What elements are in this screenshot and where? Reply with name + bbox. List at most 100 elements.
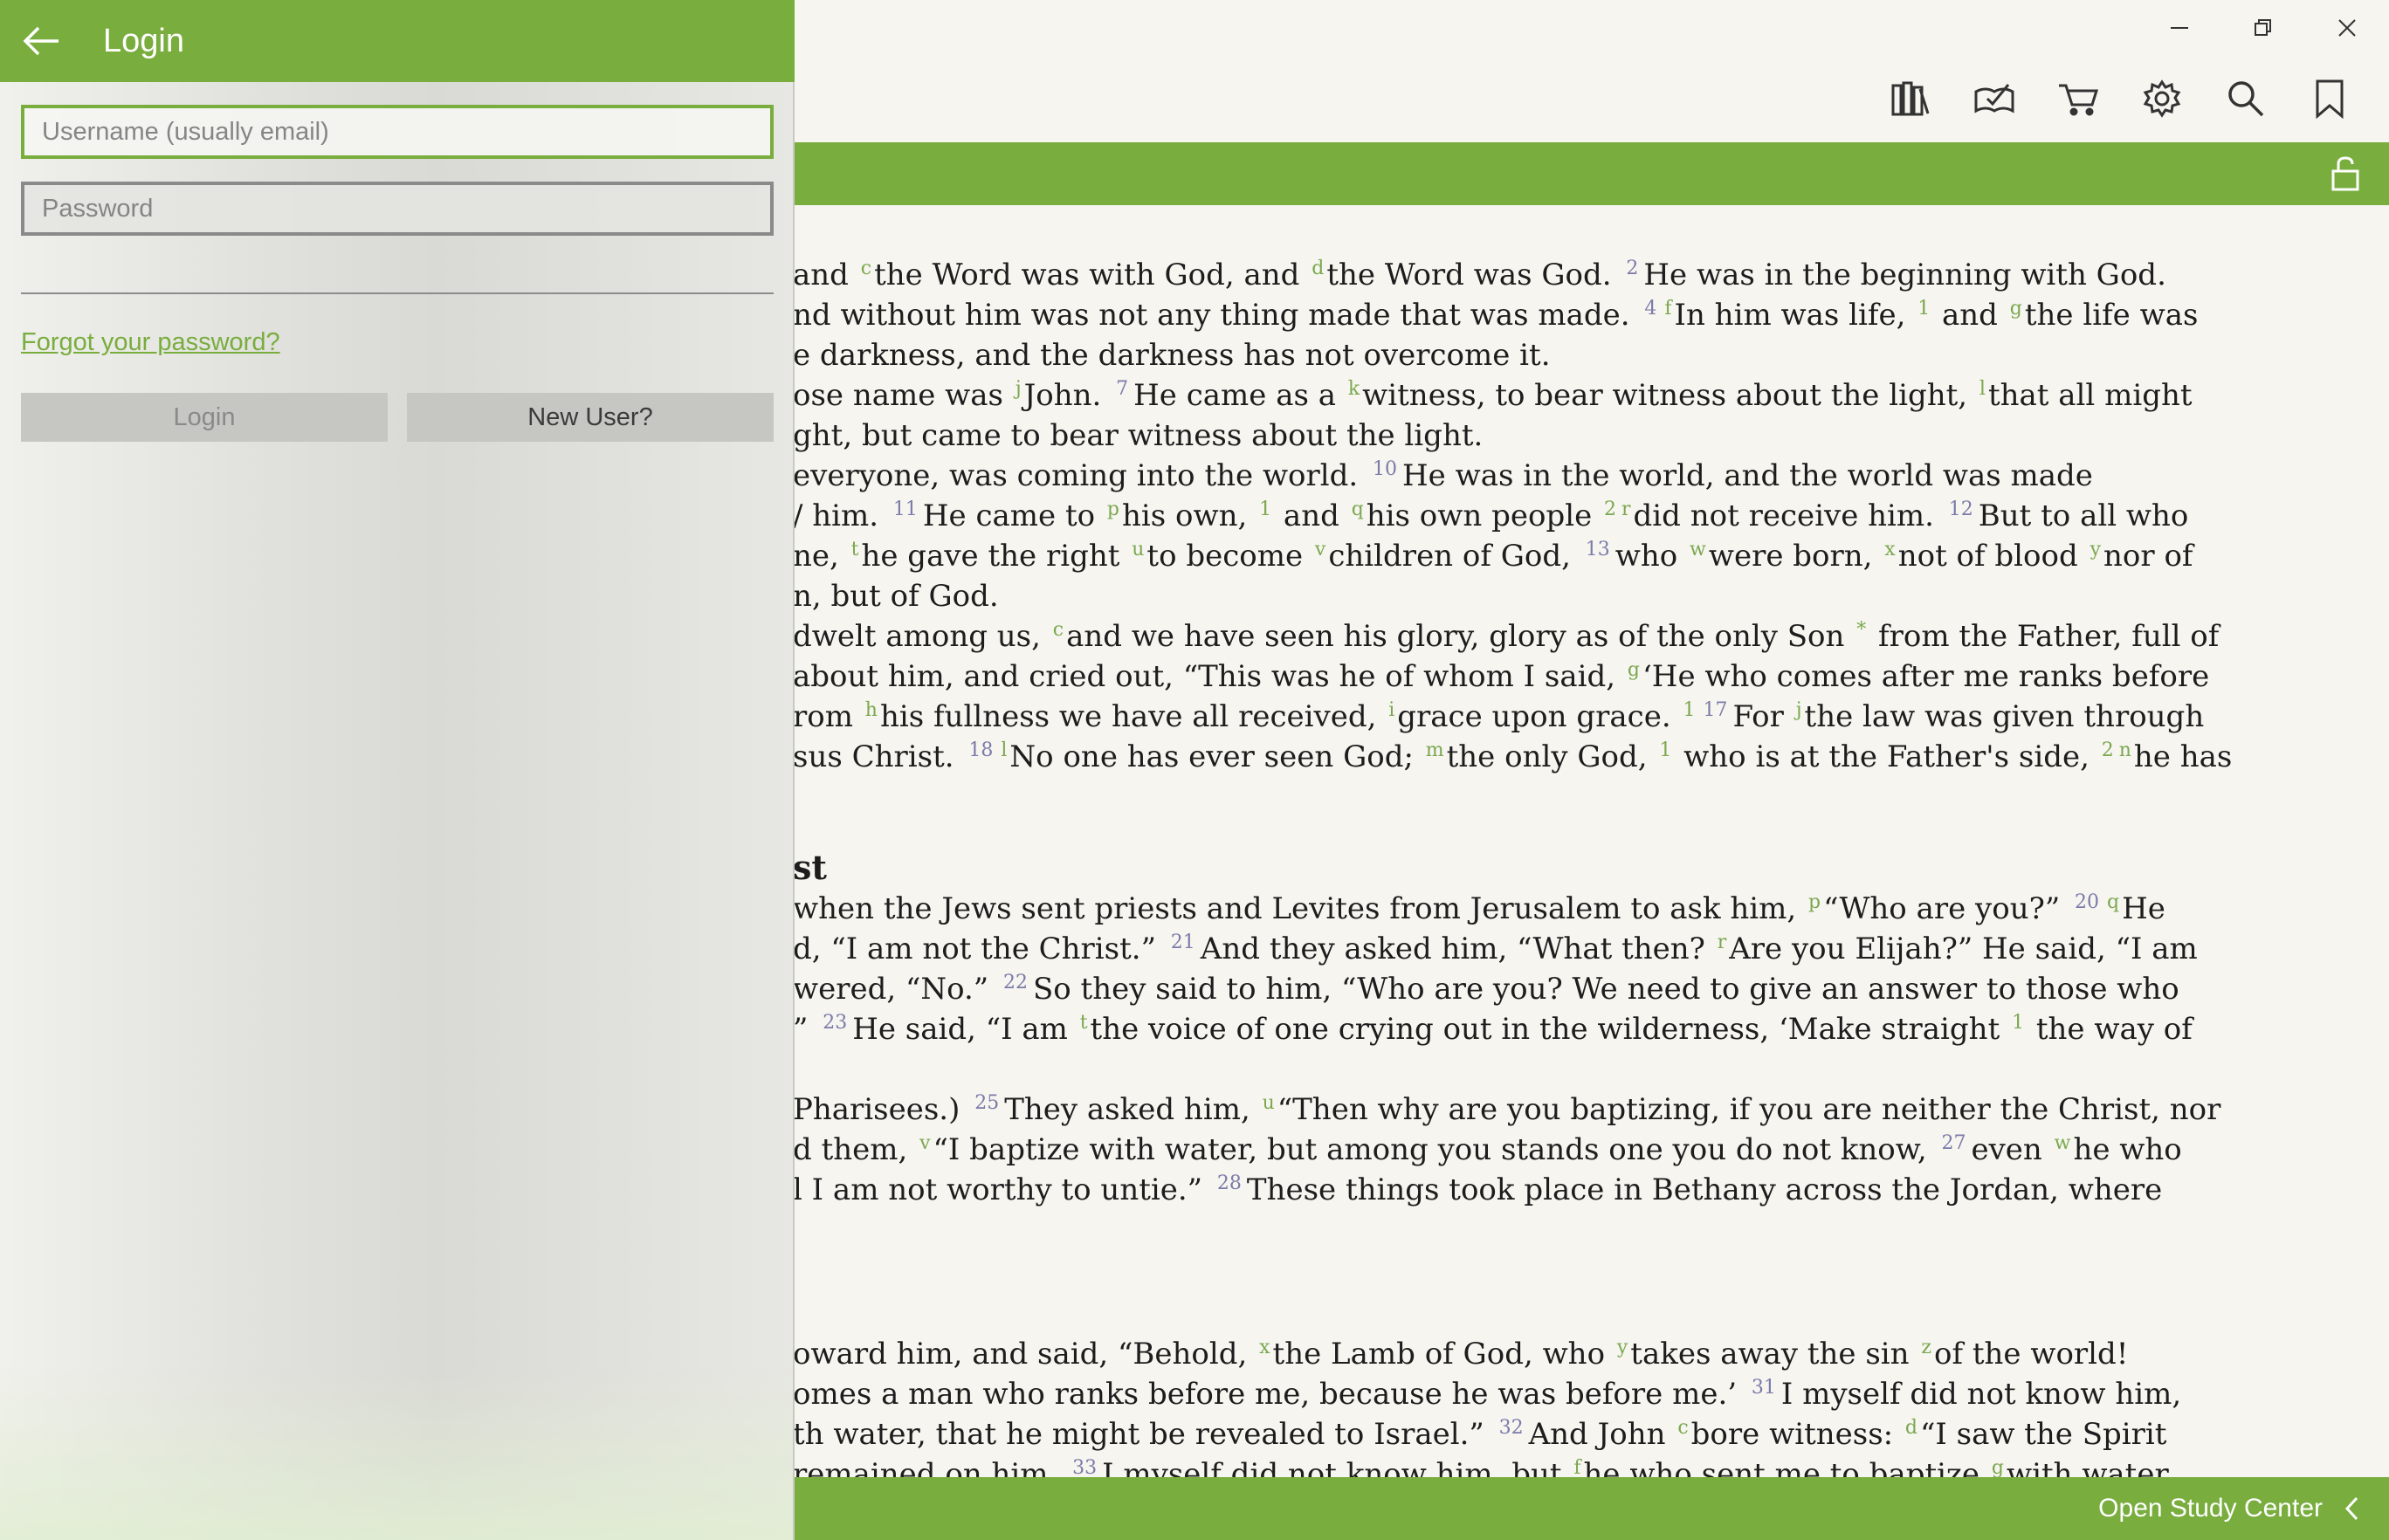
- forgot-password-link[interactable]: Forgot your password?: [21, 328, 280, 357]
- verse-text: / him.: [793, 498, 888, 533]
- cross-reference-marker[interactable]: l: [1001, 739, 1007, 761]
- verse-text: he who sent me to baptize: [1583, 1457, 1989, 1477]
- verse-number[interactable]: 32: [1499, 1417, 1524, 1439]
- verse-number[interactable]: 33: [1072, 1457, 1097, 1477]
- cross-reference-marker[interactable]: w: [2055, 1132, 2071, 1154]
- verse-text: the Word was God.: [1326, 258, 1621, 292]
- username-input[interactable]: [21, 105, 774, 159]
- verse-number[interactable]: 10: [1373, 458, 1397, 480]
- verse-number[interactable]: 7: [1116, 378, 1128, 400]
- open-study-center-button[interactable]: Open Study Center: [2098, 1494, 2359, 1523]
- cross-reference-marker[interactable]: 2: [1604, 498, 1616, 520]
- verse-text: everyone, was coming into the world.: [793, 458, 1368, 493]
- verse-number[interactable]: 25: [974, 1092, 999, 1114]
- cart-icon[interactable]: [2036, 68, 2120, 129]
- cross-reference-marker[interactable]: q: [2107, 891, 2119, 913]
- verse-number[interactable]: 23: [823, 1012, 847, 1034]
- login-button[interactable]: Login: [21, 393, 388, 442]
- cross-reference-marker[interactable]: w: [1690, 539, 1706, 560]
- library-icon[interactable]: [1869, 68, 1952, 129]
- cross-reference-marker[interactable]: v: [919, 1132, 930, 1154]
- verse-text: In him was life,: [1674, 298, 1916, 333]
- verse-text: dwelt among us,: [793, 619, 1050, 654]
- cross-reference-marker[interactable]: 1: [1683, 699, 1695, 721]
- cross-reference-marker[interactable]: g: [1628, 659, 1640, 681]
- new-user-button[interactable]: New User?: [407, 393, 774, 442]
- cross-reference-marker[interactable]: t: [1080, 1012, 1088, 1034]
- cross-reference-marker[interactable]: r: [1718, 932, 1727, 953]
- verse-text: the life was: [2024, 298, 2199, 333]
- verse-number[interactable]: 11: [893, 498, 918, 520]
- verse-number[interactable]: 17: [1703, 699, 1727, 721]
- cross-reference-marker[interactable]: p: [1808, 891, 1821, 913]
- cross-reference-marker[interactable]: f: [1664, 298, 1671, 320]
- cross-reference-marker[interactable]: f: [1573, 1457, 1580, 1477]
- cross-reference-marker[interactable]: l: [1979, 378, 1986, 400]
- search-icon[interactable]: [2204, 68, 2288, 129]
- verse-number[interactable]: 18: [968, 739, 993, 761]
- verse-number[interactable]: 27: [1941, 1132, 1966, 1154]
- cross-reference-marker[interactable]: r: [1621, 498, 1631, 520]
- verse-text: he has: [2133, 739, 2233, 774]
- cross-reference-marker[interactable]: 2: [2102, 739, 2114, 761]
- verse-number[interactable]: 2: [1626, 258, 1638, 279]
- verse-text: he who: [2073, 1132, 2182, 1167]
- passage-line: ” 23 He said, “I am tthe voice of one cry…: [793, 1012, 2193, 1047]
- verse-number[interactable]: 28: [1217, 1172, 1242, 1194]
- minimize-icon[interactable]: [2138, 0, 2221, 56]
- verse-text: the voice of one crying out in the wilde…: [1090, 1012, 2010, 1047]
- cross-reference-marker[interactable]: u: [1132, 539, 1144, 560]
- cross-reference-marker[interactable]: v: [1315, 539, 1325, 560]
- cross-reference-marker[interactable]: u: [1263, 1092, 1275, 1114]
- cross-reference-marker[interactable]: j: [1015, 378, 1022, 400]
- cross-reference-marker[interactable]: j: [1796, 699, 1802, 721]
- login-header: Login: [0, 0, 795, 82]
- cross-reference-marker[interactable]: 1: [2012, 1012, 2024, 1034]
- restore-icon[interactable]: [2221, 0, 2305, 56]
- cross-reference-marker[interactable]: x: [1259, 1337, 1270, 1358]
- verse-text: children of God,: [1328, 539, 1580, 574]
- cross-reference-marker[interactable]: 1: [1659, 739, 1671, 761]
- cross-reference-marker[interactable]: i: [1388, 699, 1394, 721]
- verse-number[interactable]: 20: [2075, 891, 2099, 913]
- cross-reference-marker[interactable]: 1: [1917, 298, 1930, 320]
- cross-reference-marker[interactable]: y: [1617, 1337, 1628, 1358]
- verse-text: He was in the beginning with God.: [1643, 258, 2166, 292]
- gear-icon[interactable]: [2120, 68, 2204, 129]
- cross-reference-marker[interactable]: y: [2090, 539, 2101, 560]
- cross-reference-marker[interactable]: n: [2119, 739, 2131, 761]
- passage-line: nd without him was not any thing made th…: [793, 298, 2198, 333]
- passage-line: ght, but came to bear witness about the …: [793, 418, 1483, 453]
- cross-reference-marker[interactable]: d: [1905, 1417, 1917, 1439]
- verse-number[interactable]: 31: [1752, 1377, 1776, 1399]
- bookmark-icon[interactable]: [2288, 68, 2372, 129]
- close-icon[interactable]: [2305, 0, 2389, 56]
- reading-plan-icon[interactable]: [1952, 68, 2036, 129]
- cross-reference-marker[interactable]: t: [851, 539, 859, 560]
- cross-reference-marker[interactable]: g: [1992, 1457, 2004, 1477]
- verse-number[interactable]: 22: [1003, 972, 1028, 993]
- cross-reference-marker[interactable]: d: [1312, 258, 1324, 279]
- cross-reference-marker[interactable]: c: [861, 258, 871, 279]
- lock-icon[interactable]: [2324, 153, 2366, 195]
- password-input[interactable]: [21, 182, 774, 236]
- passage-line: n, but of God.: [793, 579, 999, 614]
- cross-reference-marker[interactable]: c: [1677, 1417, 1688, 1439]
- cross-reference-marker[interactable]: m: [1426, 739, 1444, 761]
- cross-reference-marker[interactable]: h: [865, 699, 878, 721]
- verse-number[interactable]: 13: [1586, 539, 1610, 560]
- cross-reference-marker[interactable]: *: [1856, 619, 1866, 641]
- back-arrow-icon[interactable]: [0, 0, 82, 82]
- cross-reference-marker[interactable]: k: [1348, 378, 1360, 400]
- cross-reference-marker[interactable]: x: [1884, 539, 1895, 560]
- cross-reference-marker[interactable]: 1: [1259, 498, 1271, 520]
- passage-line: th water, that he might be revealed to I…: [793, 1417, 2166, 1452]
- cross-reference-marker[interactable]: q: [1352, 498, 1364, 520]
- verse-number[interactable]: 12: [1949, 498, 1973, 520]
- cross-reference-marker[interactable]: p: [1107, 498, 1119, 520]
- cross-reference-marker[interactable]: g: [2010, 298, 2022, 320]
- cross-reference-marker[interactable]: c: [1053, 619, 1064, 641]
- cross-reference-marker[interactable]: z: [1921, 1337, 1931, 1358]
- verse-number[interactable]: 21: [1171, 932, 1195, 953]
- verse-number[interactable]: 4: [1644, 298, 1656, 320]
